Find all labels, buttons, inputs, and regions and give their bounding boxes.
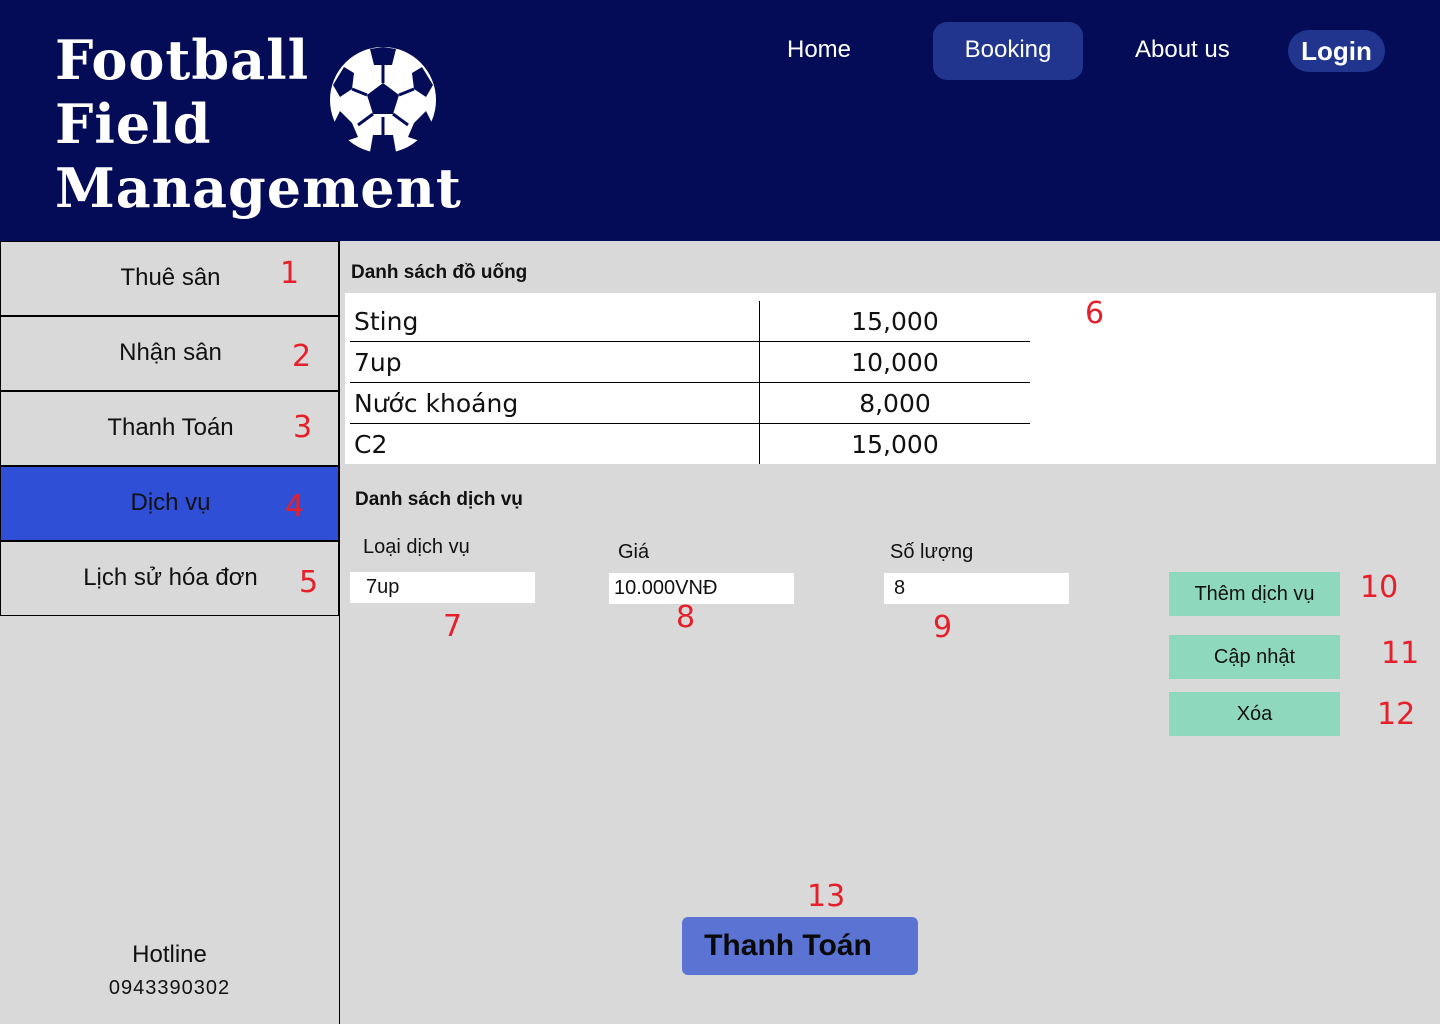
hotline-number: 0943390302 — [108, 977, 231, 999]
annotation-number: 5 — [299, 565, 319, 600]
drink-name: 7up — [350, 341, 760, 383]
drink-price: 10,000 — [759, 341, 1030, 383]
services-list-title: Danh sách dịch vụ — [355, 489, 523, 510]
nav-booking-link[interactable]: Booking — [933, 22, 1083, 80]
sidebar: Thuê sân 1 Nhận sân 2 Thanh Toán 3 Dịch … — [0, 241, 340, 1024]
table-row[interactable]: Nước khoáng 8,000 — [350, 382, 1030, 424]
annotation-number: 13 — [807, 879, 846, 914]
drink-price: 15,000 — [851, 306, 939, 336]
service-type-label: Loại dịch vụ — [363, 536, 470, 558]
table-row[interactable]: Sting 15,000 — [350, 301, 1030, 342]
drink-price: 15,000 — [759, 423, 1030, 464]
annotation-number: 11 — [1381, 636, 1420, 671]
soccer-ball-icon — [330, 47, 436, 154]
service-quantity-label: Số lượng — [890, 541, 974, 563]
annotation-number: 3 — [293, 410, 313, 445]
sidebar-item-payment[interactable]: Thanh Toán 3 — [0, 391, 339, 466]
delete-service-button[interactable]: Xóa — [1169, 692, 1340, 736]
table-row[interactable]: 7up 10,000 — [350, 341, 1030, 383]
drinks-list-panel: Sting 15,000 7up 10,000 Nước khoáng 8,00… — [345, 293, 1436, 464]
drink-price: 8,000 — [759, 382, 1030, 424]
header-bar: Football Field Management Home Booking A… — [0, 0, 1440, 241]
add-service-button[interactable]: Thêm dịch vụ — [1169, 572, 1340, 616]
sidebar-item-label: Nhận sân — [119, 339, 222, 366]
annotation-number: 9 — [933, 610, 953, 645]
service-quantity-input[interactable] — [884, 573, 1069, 604]
hotline-label: Hotline — [132, 941, 207, 968]
annotation-number: 8 — [676, 600, 696, 635]
brand-line: Management — [55, 156, 462, 220]
sidebar-item-label: Lịch sử hóa đơn — [83, 564, 258, 591]
annotation-number: 4 — [285, 489, 305, 524]
drinks-list-title: Danh sách đồ uống — [351, 262, 528, 283]
sidebar-item-receive-field[interactable]: Nhận sân 2 — [0, 316, 339, 391]
drink-name: Sting — [350, 301, 760, 342]
service-type-input[interactable] — [350, 572, 535, 603]
service-price-label: Giá — [618, 541, 650, 563]
drink-name: C2 — [350, 423, 760, 464]
annotation-number: 1 — [280, 256, 300, 291]
annotation-number: 10 — [1360, 570, 1399, 605]
service-price-input[interactable] — [609, 573, 794, 604]
sidebar-item-services[interactable]: Dịch vụ 4 — [0, 466, 339, 541]
sidebar-item-label: Thanh Toán — [107, 414, 234, 441]
nav-about-link[interactable]: About us — [1135, 36, 1230, 64]
annotation-number: 7 — [443, 609, 463, 644]
sidebar-item-invoice-history[interactable]: Lịch sử hóa đơn 5 — [0, 541, 339, 616]
table-row[interactable]: C2 15,000 — [350, 423, 1030, 464]
annotation-number: 2 — [292, 339, 312, 374]
sidebar-item-rent-field[interactable]: Thuê sân 1 — [0, 241, 339, 316]
annotation-number: 6 — [1085, 296, 1105, 331]
nav-home-link[interactable]: Home — [787, 36, 851, 64]
drinks-table: Sting 15,000 7up 10,000 Nước khoáng 8,00… — [350, 301, 1030, 464]
drink-name: Nước khoáng — [350, 382, 760, 424]
login-button[interactable]: Login — [1288, 30, 1385, 72]
update-service-button[interactable]: Cập nhật — [1169, 635, 1340, 679]
annotation-number: 12 — [1377, 697, 1416, 732]
checkout-button[interactable]: Thanh Toán — [682, 917, 918, 975]
